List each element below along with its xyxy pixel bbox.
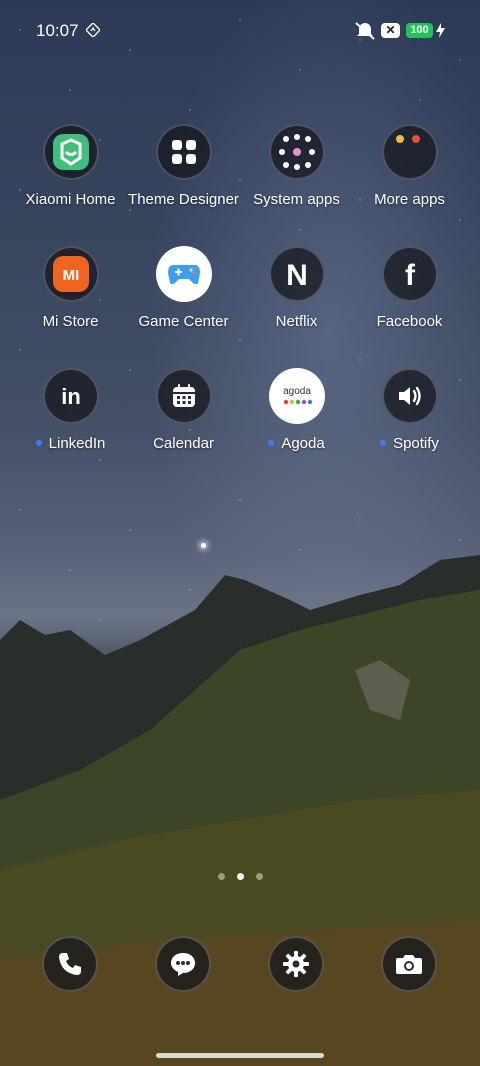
app-label: Spotify bbox=[393, 435, 439, 452]
vibrate-mute-icon bbox=[355, 22, 375, 40]
app-label: Calendar bbox=[153, 435, 214, 452]
notification-icon: ✕ bbox=[381, 23, 400, 38]
speaker-icon bbox=[381, 368, 438, 424]
new-install-dot bbox=[380, 440, 387, 447]
calendar-icon bbox=[155, 368, 212, 424]
app-label: Facebook bbox=[376, 313, 443, 330]
app-label: Mi Store bbox=[42, 313, 99, 330]
folder-more-apps[interactable]: More apps bbox=[353, 124, 466, 208]
app-mi-store[interactable]: MI Mi Store bbox=[14, 246, 127, 330]
dock-settings-button[interactable] bbox=[268, 936, 324, 992]
status-time: 10:07 bbox=[36, 21, 79, 40]
agoda-icon: agoda bbox=[268, 368, 325, 424]
linkedin-logo-text: in bbox=[61, 384, 81, 409]
new-install-dot bbox=[35, 440, 42, 447]
gear-icon bbox=[283, 951, 309, 977]
folder-icon bbox=[381, 124, 438, 180]
facebook-logo-text: f bbox=[405, 259, 416, 289]
mi-logo-text: MI bbox=[62, 267, 79, 284]
facebook-icon: f bbox=[381, 246, 438, 302]
dock-camera-button[interactable] bbox=[381, 936, 437, 992]
app-facebook[interactable]: f Facebook bbox=[353, 246, 466, 330]
dock-phone-button[interactable] bbox=[42, 936, 98, 992]
netflix-icon: N bbox=[268, 246, 325, 302]
app-agoda[interactable]: agoda Agoda bbox=[240, 368, 353, 452]
grid-icon bbox=[155, 124, 212, 180]
app-label: LinkedIn bbox=[48, 435, 106, 452]
mi-store-icon: MI bbox=[42, 246, 99, 302]
page-dot-active[interactable] bbox=[236, 873, 244, 880]
battery-indicator: 100 bbox=[406, 23, 433, 38]
app-spotify[interactable]: Spotify bbox=[353, 368, 466, 452]
camera-icon bbox=[396, 955, 422, 974]
app-theme-designer[interactable]: Theme Designer bbox=[127, 124, 240, 208]
app-calendar[interactable]: Calendar bbox=[127, 368, 240, 452]
app-label: System apps bbox=[253, 191, 340, 208]
linkedin-icon: in bbox=[42, 368, 99, 424]
netflix-logo-text: N bbox=[286, 259, 308, 289]
app-label: Theme Designer bbox=[128, 191, 239, 208]
phone-icon bbox=[59, 953, 81, 975]
agoda-logo-text: agoda bbox=[283, 386, 311, 397]
app-label: Game Center bbox=[138, 313, 229, 330]
app-label: Agoda bbox=[281, 435, 325, 452]
navigation-icon bbox=[86, 23, 100, 37]
app-linkedin[interactable]: in LinkedIn bbox=[14, 368, 127, 452]
app-label: More apps bbox=[374, 191, 445, 208]
new-install-dot bbox=[268, 440, 275, 447]
gamepad-icon bbox=[155, 246, 212, 302]
dock-messages-button[interactable] bbox=[155, 936, 211, 992]
status-bar: 10:07 ✕ 100 bbox=[0, 0, 480, 60]
message-icon bbox=[171, 953, 195, 976]
app-xiaomi-home[interactable]: Xiaomi Home bbox=[14, 124, 127, 208]
app-label: Netflix bbox=[275, 313, 318, 330]
page-dot[interactable] bbox=[217, 873, 225, 880]
home-indicator[interactable] bbox=[156, 1053, 324, 1058]
xiaomi-home-icon bbox=[42, 124, 99, 180]
page-indicator[interactable] bbox=[0, 867, 480, 885]
folder-icon bbox=[268, 124, 325, 180]
folder-system-apps[interactable]: System apps bbox=[240, 124, 353, 208]
charging-icon bbox=[436, 23, 445, 38]
page-dot[interactable] bbox=[255, 873, 263, 880]
app-label: Xiaomi Home bbox=[25, 191, 116, 208]
app-game-center[interactable]: Game Center bbox=[127, 246, 240, 330]
app-netflix[interactable]: N Netflix bbox=[240, 246, 353, 330]
